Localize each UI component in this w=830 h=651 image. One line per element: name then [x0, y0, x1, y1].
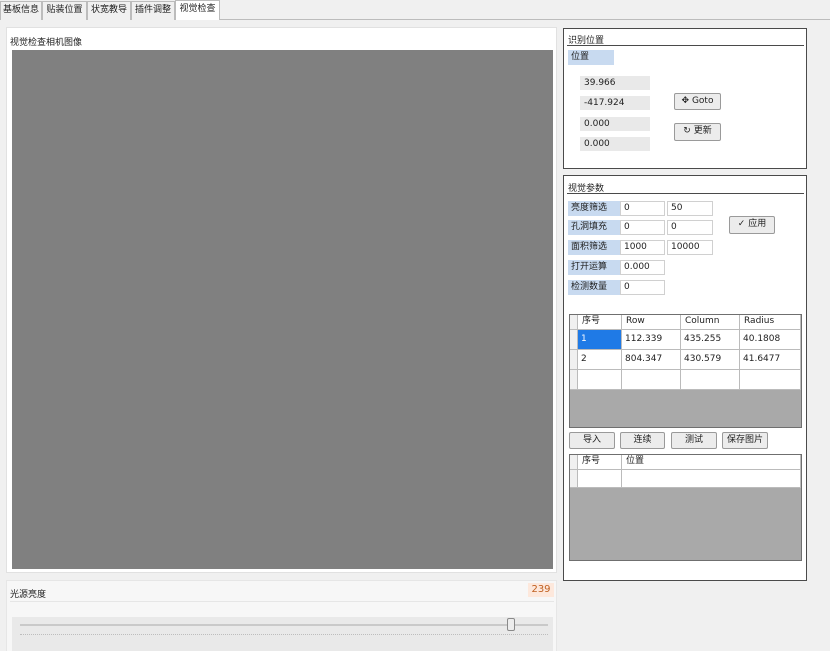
brightness-value: 239	[528, 583, 554, 597]
apply-label: 应用	[748, 219, 767, 229]
row-header[interactable]	[570, 330, 578, 350]
row-header-corner	[570, 455, 578, 470]
table-row[interactable]	[570, 370, 801, 390]
table-cell[interactable]: 1	[578, 330, 622, 350]
tab-label: 基板信息	[2, 5, 39, 15]
update-button[interactable]: ↻ 更新	[674, 123, 721, 141]
open-operation-label: 打开运算	[568, 260, 620, 275]
table-header-row: 序号 位置	[570, 455, 801, 470]
goto-label: Goto	[691, 96, 714, 106]
divider	[567, 45, 804, 46]
brightness-filter-label: 亮度筛选	[568, 201, 620, 216]
hole-fill-min[interactable]: 0	[620, 220, 665, 235]
detect-count-label: 检测数量	[568, 280, 620, 295]
position-label: 位置	[568, 50, 614, 65]
tab-label: 视觉检查	[179, 4, 216, 14]
table-cell[interactable]: 804.347	[622, 350, 681, 370]
refresh-icon: ↻	[683, 126, 691, 136]
check-icon: ✓	[737, 219, 746, 229]
column-header[interactable]: Row	[622, 315, 681, 330]
column-header[interactable]: 位置	[622, 455, 801, 470]
brightness-filter-max[interactable]: 50	[667, 201, 713, 216]
save-image-button[interactable]: 保存图片	[722, 432, 768, 449]
table-cell[interactable]	[578, 370, 622, 390]
table-cell[interactable]: 41.6477	[740, 350, 801, 370]
column-header[interactable]: 序号	[578, 315, 622, 330]
area-filter-max[interactable]: 10000	[667, 240, 713, 255]
test-button[interactable]: 测试	[671, 432, 717, 449]
brightness-slider-handle[interactable]	[507, 618, 515, 631]
tab-insert-adjust[interactable]: 插件调整	[131, 1, 175, 20]
divider	[567, 193, 804, 194]
table-cell[interactable]: 2	[578, 350, 622, 370]
table-cell[interactable]: 430.579	[681, 350, 740, 370]
row-header[interactable]	[570, 470, 578, 488]
area-filter-min[interactable]: 1000	[620, 240, 665, 255]
brightness-slider-track[interactable]	[20, 624, 548, 626]
position-x-value: 39.966	[580, 76, 650, 90]
position-r-value: 0.000	[580, 137, 650, 151]
column-header[interactable]: Column	[681, 315, 740, 330]
hole-fill-max[interactable]: 0	[667, 220, 713, 235]
slider-ticks	[20, 634, 548, 635]
table-cell[interactable]	[622, 470, 801, 488]
area-filter-label: 面积筛选	[568, 240, 620, 255]
table-cell[interactable]: 112.339	[622, 330, 681, 350]
goto-button[interactable]: ✥ Goto	[674, 93, 721, 110]
apply-button[interactable]: ✓ 应用	[729, 216, 775, 234]
table-row[interactable]: 2 804.347 430.579 41.6477	[570, 350, 801, 370]
camera-title: 视觉检查相机图像	[10, 38, 83, 48]
row-header-corner	[570, 315, 578, 330]
table-row[interactable]	[570, 470, 801, 488]
brightness-title: 光源亮度	[10, 590, 47, 600]
table-cell[interactable]	[578, 470, 622, 488]
move-icon: ✥	[681, 96, 690, 106]
continuous-button[interactable]: 连续	[620, 432, 665, 449]
camera-image[interactable]	[12, 50, 553, 569]
table-cell[interactable]	[681, 370, 740, 390]
table-cell[interactable]	[740, 370, 801, 390]
column-header[interactable]: Radius	[740, 315, 801, 330]
table-cell[interactable]: 435.255	[681, 330, 740, 350]
tab-label: 状宽教导	[90, 5, 127, 15]
position-z-value: 0.000	[580, 117, 650, 131]
table-cell[interactable]	[622, 370, 681, 390]
tab-teaching[interactable]: 状宽教导	[87, 1, 131, 20]
divider	[10, 601, 554, 602]
position-y-value: -417.924	[580, 96, 650, 110]
detect-count-input[interactable]: 0	[620, 280, 665, 295]
open-operation-input[interactable]: 0.000	[620, 260, 665, 275]
brightness-filter-min[interactable]: 0	[620, 201, 665, 216]
results-table: 序号 Row Column Radius 1 112.339 435.255 4…	[569, 314, 802, 428]
tab-label: 插件调整	[134, 5, 171, 15]
tab-bar: 基板信息 贴装位置 状宽教导 插件调整 视觉检查	[0, 0, 830, 20]
tab-board-info[interactable]: 基板信息	[0, 1, 42, 20]
tab-vision-check[interactable]: 视觉检查	[175, 0, 220, 20]
update-label: 更新	[693, 126, 712, 136]
table-row[interactable]: 1 112.339 435.255 40.1808	[570, 330, 801, 350]
row-header[interactable]	[570, 370, 578, 390]
tab-placement-position[interactable]: 贴装位置	[42, 1, 87, 20]
import-button[interactable]: 导入	[569, 432, 615, 449]
table-header-row: 序号 Row Column Radius	[570, 315, 801, 330]
table-cell[interactable]: 40.1808	[740, 330, 801, 350]
tab-label: 贴装位置	[46, 5, 83, 15]
hole-fill-label: 孔洞填充	[568, 220, 620, 235]
position-table: 序号 位置	[569, 454, 802, 561]
row-header[interactable]	[570, 350, 578, 370]
column-header[interactable]: 序号	[578, 455, 622, 470]
